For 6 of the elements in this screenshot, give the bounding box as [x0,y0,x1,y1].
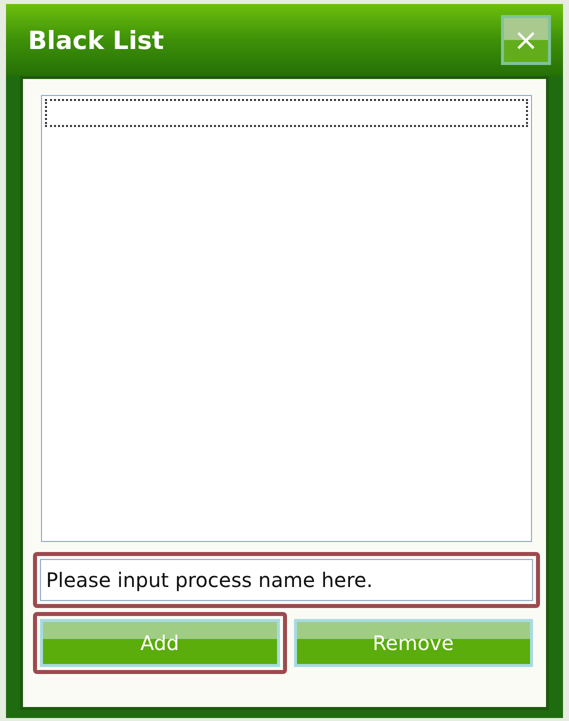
remove-button[interactable]: Remove [294,619,533,667]
window-title: Black List [28,26,164,54]
add-button[interactable]: Add [40,619,280,667]
close-button[interactable]: × [501,15,551,65]
focused-list-row[interactable] [45,99,528,127]
process-name-field[interactable]: Please input process name here. [40,559,533,601]
